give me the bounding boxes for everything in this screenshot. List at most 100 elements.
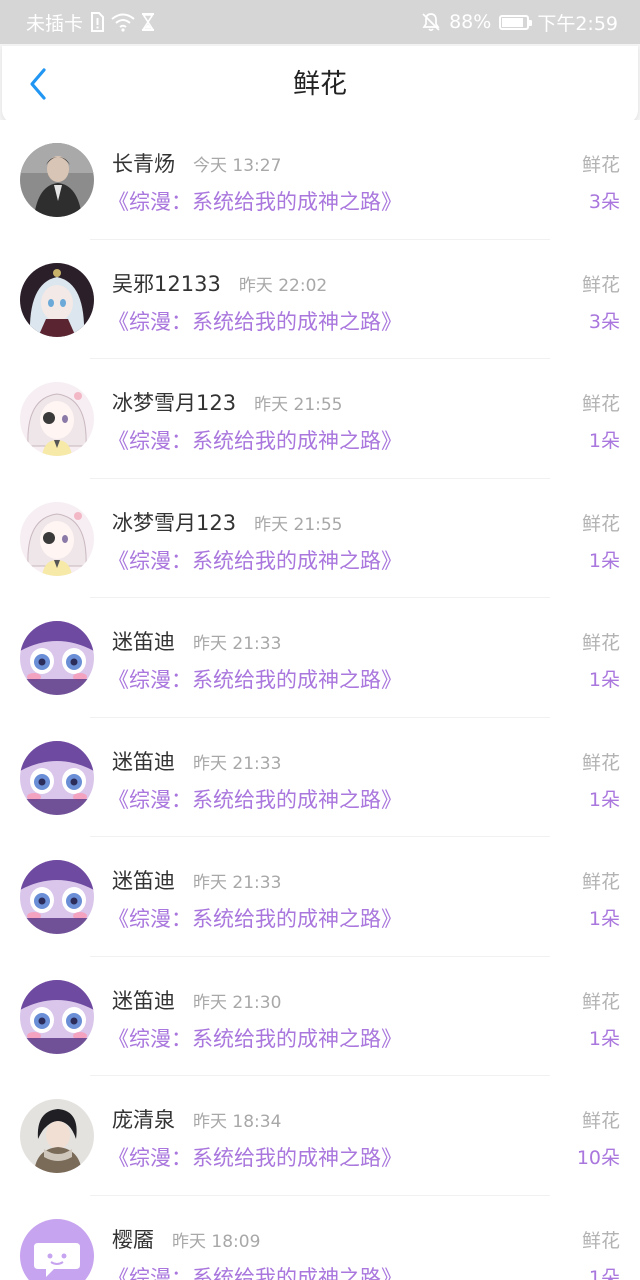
avatar-purple-anime-image bbox=[20, 979, 94, 1054]
gift-type: 鲜花 bbox=[581, 990, 620, 1013]
name-row: 吴邪12133 昨天 22:02 bbox=[112, 268, 327, 298]
avatar-eyepatch-girl[interactable] bbox=[20, 382, 94, 456]
page-title: 鲜花 bbox=[293, 69, 347, 100]
avatar-eyepatch-girl-image bbox=[20, 382, 94, 456]
mute-bell-icon bbox=[421, 12, 441, 32]
gift-count: 1朵 bbox=[588, 430, 620, 452]
record-row[interactable]: 长青炀 今天 13:27 《综漫：系统给我的成神之路》 鲜花 3朵 bbox=[0, 120, 640, 240]
record-row[interactable]: 迷笛迪 昨天 21:33 《综漫：系统给我的成神之路》 鲜花 1朵 bbox=[0, 598, 640, 718]
avatar-dark-suit[interactable] bbox=[20, 143, 94, 217]
book-title-link[interactable]: 《综漫：系统给我的成神之路》 bbox=[108, 1142, 402, 1172]
gift-count: 1朵 bbox=[588, 549, 620, 572]
book-title-link[interactable]: 《综漫：系统给我的成神之路》 bbox=[108, 664, 402, 694]
avatar-dark-hair-boy[interactable] bbox=[20, 1099, 94, 1173]
gift-count: 1朵 bbox=[588, 1027, 620, 1050]
user-name[interactable]: 吴邪12133 bbox=[112, 268, 221, 298]
avatar-purple-anime-image bbox=[20, 740, 94, 815]
record-time: 昨天 21:33 bbox=[193, 873, 282, 893]
record-time: 昨天 21:33 bbox=[193, 634, 282, 654]
name-row: 长青炀 今天 13:27 bbox=[112, 148, 281, 178]
record-row[interactable]: 冰梦雪月123 昨天 21:55 《综漫：系统给我的成神之路》 鲜花 1朵 bbox=[0, 479, 640, 599]
name-row: 冰梦雪月123 昨天 21:55 bbox=[112, 387, 343, 417]
gift-type: 鲜花 bbox=[581, 154, 620, 176]
gift-count: 10朵 bbox=[576, 1147, 620, 1169]
record-row[interactable]: 迷笛迪 昨天 21:33 《综漫：系统给我的成神之路》 鲜花 1朵 bbox=[0, 837, 640, 957]
record-time: 今天 13:27 bbox=[193, 156, 282, 176]
record-row[interactable]: 迷笛迪 昨天 21:30 《综漫：系统给我的成神之路》 鲜花 1朵 bbox=[0, 957, 640, 1077]
hourglass-icon bbox=[141, 12, 155, 32]
avatar-default-chat[interactable] bbox=[20, 1218, 94, 1280]
user-name[interactable]: 长青炀 bbox=[112, 148, 175, 178]
record-time: 昨天 21:55 bbox=[254, 514, 343, 535]
user-name[interactable]: 迷笛迪 bbox=[112, 626, 175, 656]
record-time: 昨天 21:33 bbox=[193, 753, 282, 774]
record-time: 昨天 21:55 bbox=[254, 395, 343, 415]
gift-type: 鲜花 bbox=[581, 751, 620, 774]
status-left: 未插卡 bbox=[26, 0, 155, 44]
name-row: 庞清泉 昨天 18:34 bbox=[112, 1104, 281, 1134]
avatar-purple-anime[interactable] bbox=[20, 979, 94, 1054]
avatar-white-hair-image bbox=[20, 262, 94, 337]
book-title-link[interactable]: 《综漫：系统给我的成神之路》 bbox=[108, 186, 402, 216]
name-row: 樱靥 昨天 18:09 bbox=[112, 1224, 260, 1254]
gift-type: 鲜花 bbox=[581, 871, 620, 893]
name-row: 迷笛迪 昨天 21:33 bbox=[112, 626, 281, 656]
record-row[interactable]: 迷笛迪 昨天 21:33 《综漫：系统给我的成神之路》 鲜花 1朵 bbox=[0, 718, 640, 838]
avatar-dark-hair-boy-image bbox=[20, 1099, 94, 1173]
book-title-link[interactable]: 《综漫：系统给我的成神之路》 bbox=[108, 306, 402, 336]
avatar-eyepatch-girl-image bbox=[20, 501, 94, 576]
record-time: 昨天 18:09 bbox=[172, 1231, 261, 1252]
gift-type: 鲜花 bbox=[581, 1110, 620, 1132]
gift-count: 1朵 bbox=[588, 908, 620, 930]
gift-count: 1朵 bbox=[588, 788, 620, 811]
avatar-dark-suit-image bbox=[20, 143, 94, 217]
gift-type: 鲜花 bbox=[581, 632, 620, 654]
book-title-link[interactable]: 《综漫：系统给我的成神之路》 bbox=[108, 425, 402, 455]
record-time: 昨天 22:02 bbox=[238, 275, 328, 296]
name-row: 迷笛迪 昨天 21:30 bbox=[112, 985, 281, 1015]
status-right: 88% 下午2:59 bbox=[421, 0, 618, 44]
user-name[interactable]: 冰梦雪月123 bbox=[112, 507, 236, 537]
battery-icon bbox=[499, 14, 533, 30]
wifi-icon bbox=[111, 12, 135, 32]
name-row: 迷笛迪 昨天 21:33 bbox=[112, 865, 281, 895]
record-row[interactable]: 冰梦雪月123 昨天 21:55 《综漫：系统给我的成神之路》 鲜花 1朵 bbox=[0, 359, 640, 479]
record-row[interactable]: 吴邪12133 昨天 22:02 《综漫：系统给我的成神之路》 鲜花 3朵 bbox=[0, 240, 640, 360]
avatar-purple-anime[interactable] bbox=[20, 860, 94, 934]
book-title-link[interactable]: 《综漫：系统给我的成神之路》 bbox=[108, 1262, 402, 1280]
clock-text: 下午2:59 bbox=[537, 12, 618, 35]
avatar-default-chat-image bbox=[20, 1218, 94, 1280]
gift-type: 鲜花 bbox=[581, 512, 620, 535]
book-title-link[interactable]: 《综漫：系统给我的成神之路》 bbox=[108, 545, 402, 575]
sim-alert-icon bbox=[89, 12, 105, 32]
record-time: 昨天 18:34 bbox=[193, 1112, 282, 1132]
book-title-link[interactable]: 《综漫：系统给我的成神之路》 bbox=[108, 1023, 402, 1053]
user-name[interactable]: 迷笛迪 bbox=[112, 746, 175, 776]
flower-record-list: 长青炀 今天 13:27 《综漫：系统给我的成神之路》 鲜花 3朵 吴邪1213… bbox=[0, 120, 640, 1280]
battery-fill bbox=[502, 17, 524, 27]
gift-type: 鲜花 bbox=[581, 393, 620, 415]
user-name[interactable]: 冰梦雪月123 bbox=[112, 387, 236, 417]
user-name[interactable]: 庞清泉 bbox=[112, 1104, 175, 1134]
gift-count: 3朵 bbox=[588, 191, 620, 213]
user-name[interactable]: 迷笛迪 bbox=[112, 985, 175, 1015]
name-row: 冰梦雪月123 昨天 21:55 bbox=[112, 507, 343, 537]
avatar-eyepatch-girl[interactable] bbox=[20, 501, 94, 576]
name-row: 迷笛迪 昨天 21:33 bbox=[112, 746, 281, 776]
battery-percent: 88% bbox=[449, 11, 492, 33]
user-name[interactable]: 迷笛迪 bbox=[112, 865, 175, 895]
avatar-white-hair[interactable] bbox=[20, 262, 94, 337]
avatar-purple-anime-image bbox=[20, 621, 94, 695]
flower-records-screen: 未插卡 88% 下午2:59 鲜花 长青炀 今天 13:27 《综漫：系统给我的… bbox=[0, 0, 640, 1280]
record-row[interactable]: 樱靥 昨天 18:09 《综漫：系统给我的成神之路》 鲜花 1朵 bbox=[0, 1196, 640, 1280]
gift-count: 1朵 bbox=[588, 669, 620, 691]
avatar-purple-anime[interactable] bbox=[20, 621, 94, 695]
status-bar: 未插卡 88% 下午2:59 bbox=[0, 0, 640, 44]
user-name[interactable]: 樱靥 bbox=[112, 1224, 154, 1254]
record-time: 昨天 21:30 bbox=[193, 992, 282, 1013]
record-row[interactable]: 庞清泉 昨天 18:34 《综漫：系统给我的成神之路》 鲜花 10朵 bbox=[0, 1076, 640, 1196]
avatar-purple-anime-image bbox=[20, 860, 94, 934]
book-title-link[interactable]: 《综漫：系统给我的成神之路》 bbox=[108, 903, 402, 933]
avatar-purple-anime[interactable] bbox=[20, 740, 94, 815]
book-title-link[interactable]: 《综漫：系统给我的成神之路》 bbox=[108, 784, 402, 814]
